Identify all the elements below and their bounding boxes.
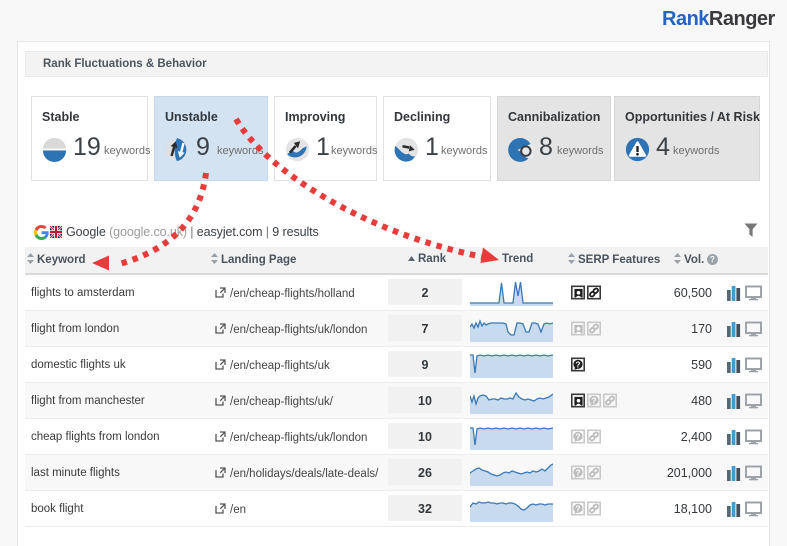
- svg-text:?: ?: [591, 395, 596, 405]
- svg-text:?: ?: [575, 359, 580, 369]
- svg-text:?: ?: [710, 255, 715, 264]
- svg-text:?: ?: [575, 431, 580, 441]
- svg-text:?: ?: [575, 467, 580, 477]
- svg-text:?: ?: [575, 503, 580, 513]
